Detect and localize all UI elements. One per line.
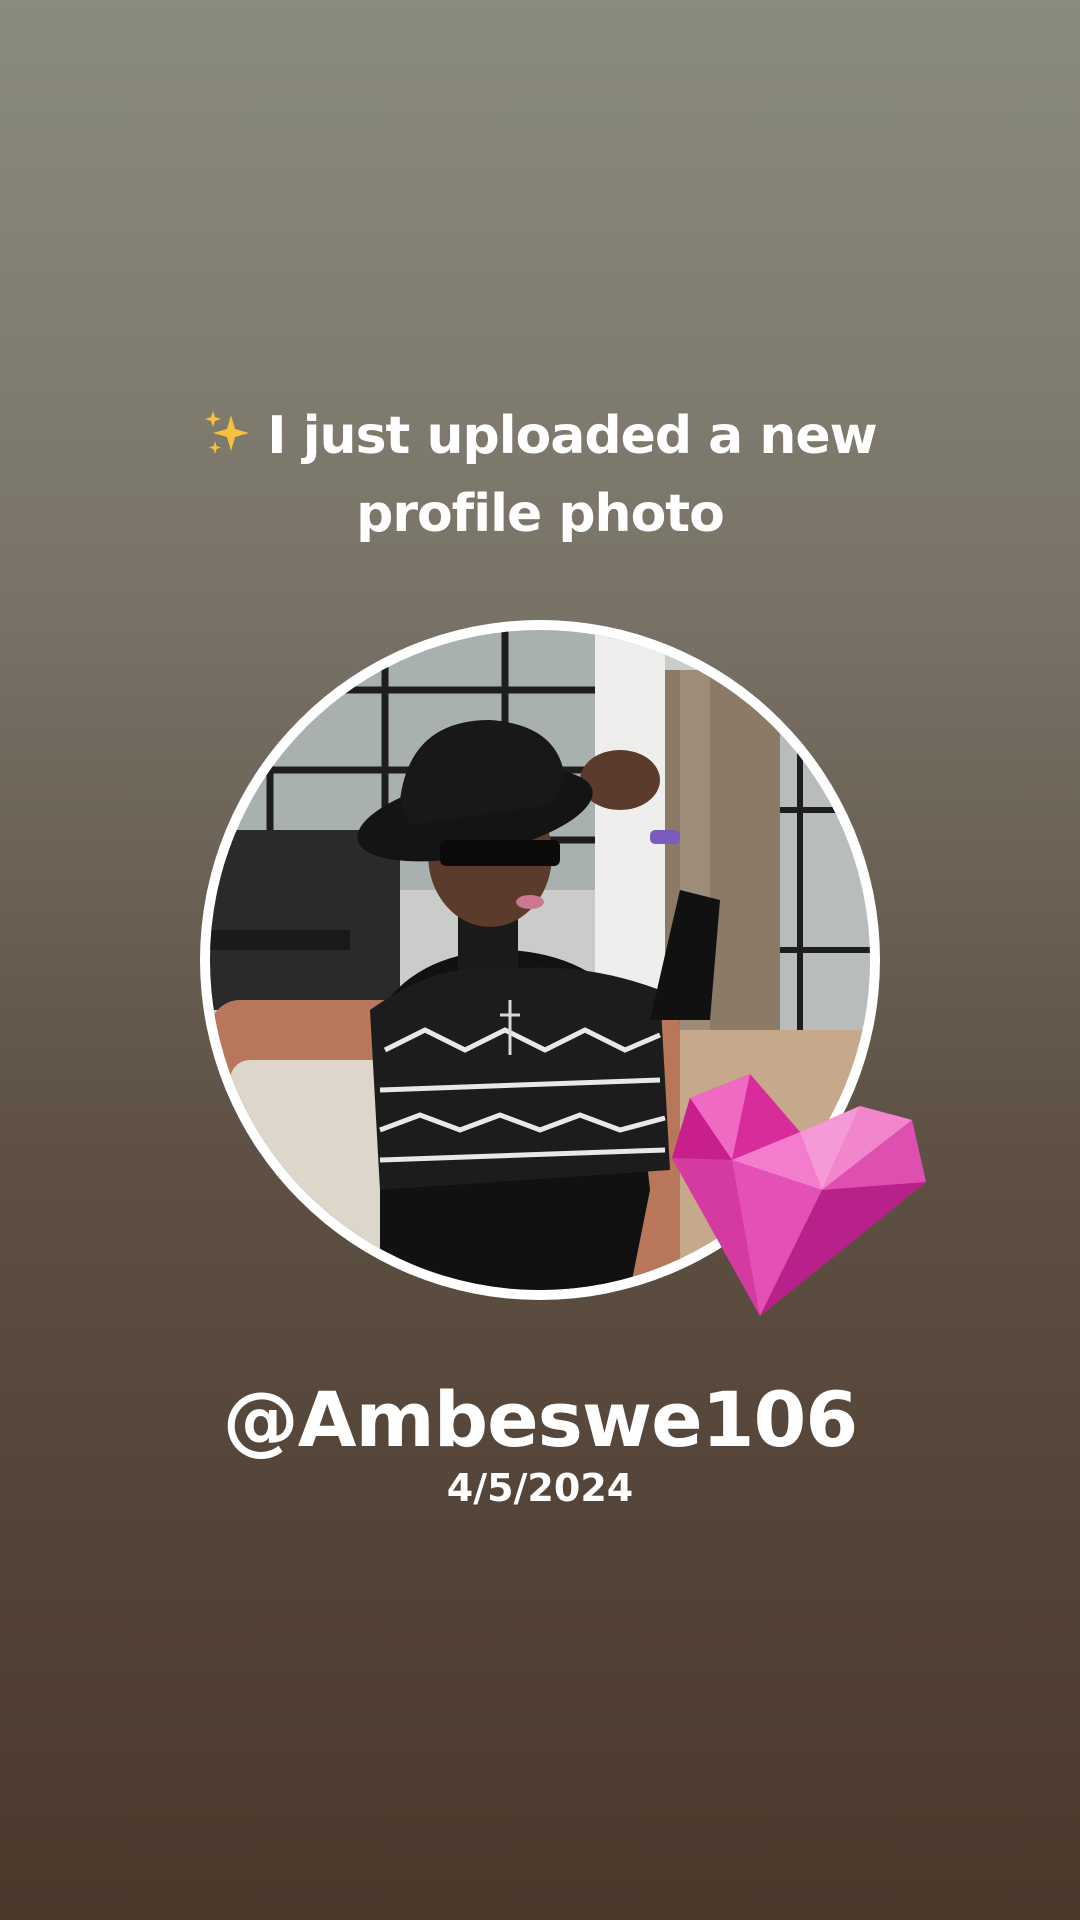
headline-line-1: I just uploaded a new xyxy=(267,406,877,466)
post-date: 4/5/2024 xyxy=(446,1466,634,1510)
sparkles-icon xyxy=(203,406,253,478)
headline-line-2: profile photo xyxy=(356,484,725,544)
gem-heart-icon xyxy=(672,1070,928,1316)
headline: I just uploaded a new profile photo xyxy=(140,400,940,550)
username[interactable]: @Ambeswe106 xyxy=(0,1375,1080,1464)
